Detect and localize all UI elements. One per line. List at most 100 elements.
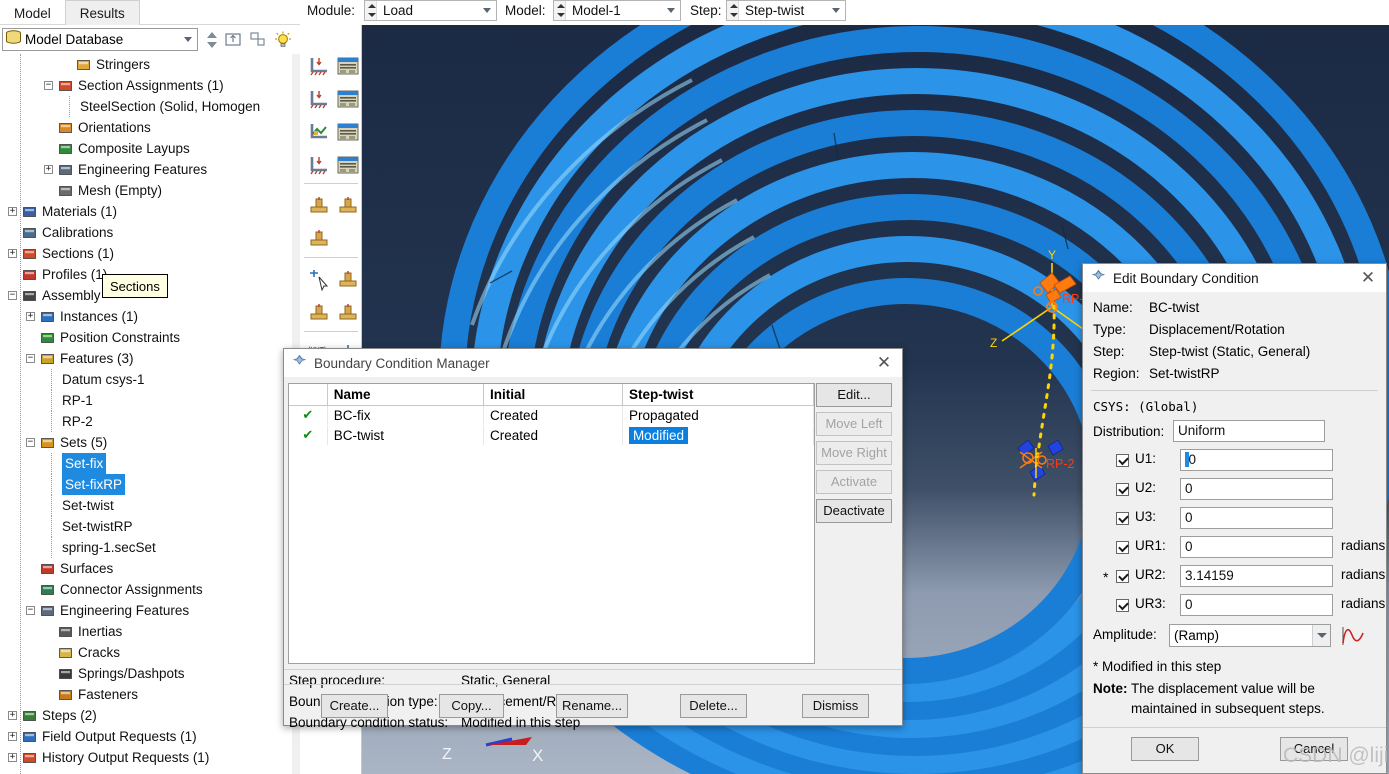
u1-checkbox[interactable]	[1116, 454, 1129, 467]
model-tree[interactable]: Stringers − Section Assignments (1) SteelSe…	[0, 54, 292, 768]
select-objects-icon[interactable]	[249, 30, 269, 50]
tree-expand-icon[interactable]: +	[26, 312, 35, 321]
tree-collapse-icon[interactable]: −	[26, 438, 35, 447]
ur3-input[interactable]: 0	[1180, 594, 1333, 616]
bc-column-header[interactable]: Name	[327, 384, 485, 406]
amplitude-waveform-icon[interactable]	[1339, 623, 1367, 652]
bc-name-cell[interactable]: BC-fix	[327, 405, 485, 426]
dof-row-u1[interactable]: U1: |0	[1083, 448, 1386, 477]
bc-column-header[interactable]: Initial	[483, 384, 623, 406]
dof-list[interactable]: U1: |0 U2: 0 U3: 0 UR1: 0 radians * UR2: 3.14159 rad…	[1083, 448, 1386, 622]
ur1-checkbox[interactable]	[1116, 541, 1129, 554]
ur3-checkbox[interactable]	[1116, 599, 1129, 612]
tree-collapse-icon[interactable]: −	[8, 291, 17, 300]
deactivate-button[interactable]: Deactivate	[816, 499, 892, 523]
create-predefined-field-icon[interactable]	[307, 154, 333, 180]
dof-row-ur3[interactable]: UR3: 0 radians	[1083, 593, 1386, 622]
dof-row-u3[interactable]: U3: 0	[1083, 506, 1386, 535]
dismiss-button[interactable]: Dismiss	[802, 694, 869, 718]
tree-item-spring-1-secset[interactable]: spring-1.secSet	[0, 537, 292, 558]
move-icon[interactable]	[336, 195, 362, 221]
u3-checkbox[interactable]	[1116, 512, 1129, 525]
rename-button[interactable]: Rename...	[556, 694, 628, 718]
bc-column-header[interactable]	[289, 384, 328, 406]
chevron-down-icon[interactable]	[180, 30, 197, 49]
tree-item-instances-1[interactable]: + Instances (1)	[0, 306, 292, 327]
tree-item-rp-1[interactable]: RP-1	[0, 390, 292, 411]
tree-item-features-3[interactable]: − Features (3)	[0, 348, 292, 369]
bc-manager-icon[interactable]	[336, 55, 362, 81]
tree-item-set-twist[interactable]: Set-twist	[0, 495, 292, 516]
tree-item-composite-layups[interactable]: Composite Layups	[0, 138, 292, 159]
close-icon[interactable]: ✕	[866, 349, 902, 377]
bc-table[interactable]: Name Initial Step-twist ✔ BC-fix Created Prop…	[288, 383, 815, 664]
model-tree-panel[interactable]: Stringers − Section Assignments (1) SteelSe…	[0, 54, 292, 774]
tree-item-sections-1[interactable]: + Sections (1)	[0, 243, 292, 264]
field-manager-icon[interactable]	[336, 121, 362, 147]
tree-expand-icon[interactable]: +	[8, 711, 17, 720]
tree-item-set-twistrp[interactable]: Set-twistRP	[0, 516, 292, 537]
create-loadcase-icon[interactable]	[307, 195, 333, 221]
chevron-down-icon[interactable]	[479, 1, 496, 20]
dof-row-u2[interactable]: U2: 0	[1083, 477, 1386, 506]
tree-expand-icon[interactable]: +	[8, 249, 17, 258]
bc-name-cell[interactable]: BC-twist	[327, 425, 485, 446]
step-combo[interactable]: Step-twist	[726, 0, 846, 21]
bc-side-button-column[interactable]: Edit... Move Left Move Right Activate Deacti…	[816, 383, 892, 528]
tree-item-connector-assignments[interactable]: Connector Assignments	[0, 579, 292, 600]
tree-item-position-constraints[interactable]: Position Constraints	[0, 327, 292, 348]
spinner-updown-icon[interactable]	[204, 30, 224, 50]
tree-item-sets-5[interactable]: − Sets (5)	[0, 432, 292, 453]
amplitude-select[interactable]: (Ramp)	[1169, 624, 1331, 647]
model-combo[interactable]: Model-1	[553, 0, 681, 21]
tree-item-fasteners[interactable]: Fasteners	[0, 684, 292, 705]
tree-item-set-fixrp[interactable]: Set-fixRP	[0, 474, 292, 495]
tree-item-section-assignments-1[interactable]: − Section Assignments (1)	[0, 75, 292, 96]
tree-item-materials-1[interactable]: + Materials (1)	[0, 201, 292, 222]
model-spinner-icon[interactable]	[554, 1, 566, 20]
tree-item-cracks[interactable]: Cracks	[0, 642, 292, 663]
create-button[interactable]: Create...	[321, 694, 388, 718]
close-icon[interactable]: ✕	[1350, 264, 1386, 292]
load-manager-icon[interactable]	[336, 88, 362, 114]
distribution-row[interactable]: Distribution: Uniform	[1083, 418, 1386, 444]
copy-button[interactable]: Copy...	[439, 694, 504, 718]
tree-expand-icon[interactable]: +	[8, 207, 17, 216]
tab-results[interactable]: Results	[64, 0, 140, 25]
tree-item-springs-dashpots[interactable]: Springs/Dashpots	[0, 663, 292, 684]
erase-icon[interactable]	[307, 228, 333, 254]
open-folder-icon[interactable]	[224, 30, 244, 50]
create-partition-icon[interactable]	[336, 269, 362, 295]
u1-input[interactable]: |0	[1180, 449, 1333, 471]
tree-item-set-fix[interactable]: Set-fix	[0, 453, 292, 474]
create-field-icon[interactable]	[307, 121, 333, 147]
boundary-condition-manager-dialog[interactable]: Boundary Condition Manager ✕ Name Initial…	[283, 348, 903, 730]
chevron-down-icon[interactable]	[828, 1, 845, 20]
predefined-field-manager-icon[interactable]	[336, 154, 362, 180]
ok-button[interactable]: OK	[1131, 737, 1199, 761]
delete-button[interactable]: Delete...	[680, 694, 747, 718]
table-row[interactable]: ✔ BC-fix Created Propagated	[289, 405, 815, 426]
tree-collapse-icon[interactable]: −	[26, 606, 35, 615]
tree-expand-icon[interactable]: +	[8, 732, 17, 741]
tree-item-surfaces[interactable]: Surfaces	[0, 558, 292, 579]
u2-input[interactable]: 0	[1180, 478, 1333, 500]
bc-table-body[interactable]: ✔ BC-fix Created Propagated ✔ BC-twist Created…	[289, 405, 815, 446]
tree-item-orientations[interactable]: Orientations	[0, 117, 292, 138]
bc-initial-cell[interactable]: Created	[483, 425, 623, 446]
tree-expand-icon[interactable]: +	[8, 753, 17, 762]
distribution-select[interactable]: Uniform	[1173, 420, 1325, 442]
module-combo[interactable]: Load	[364, 0, 497, 21]
tree-item-engineering-features[interactable]: − Engineering Features	[0, 600, 292, 621]
tree-item-calibrations[interactable]: Calibrations	[0, 222, 292, 243]
dof-row-ur2[interactable]: * UR2: 3.14159 radians	[1083, 564, 1386, 593]
bc-column-header[interactable]: Step-twist	[622, 384, 815, 406]
bc-active-checkmark-icon[interactable]: ✔	[289, 405, 328, 426]
create-load-icon[interactable]	[307, 88, 333, 114]
dof-row-ur1[interactable]: UR1: 0 radians	[1083, 535, 1386, 564]
ur1-input[interactable]: 0	[1180, 536, 1333, 558]
tree-item-inertias[interactable]: Inertias	[0, 621, 292, 642]
model-database-combo[interactable]: Model Database	[2, 28, 198, 51]
amplitude-row[interactable]: Amplitude: (Ramp)	[1083, 622, 1386, 652]
query-icon[interactable]	[307, 302, 333, 328]
